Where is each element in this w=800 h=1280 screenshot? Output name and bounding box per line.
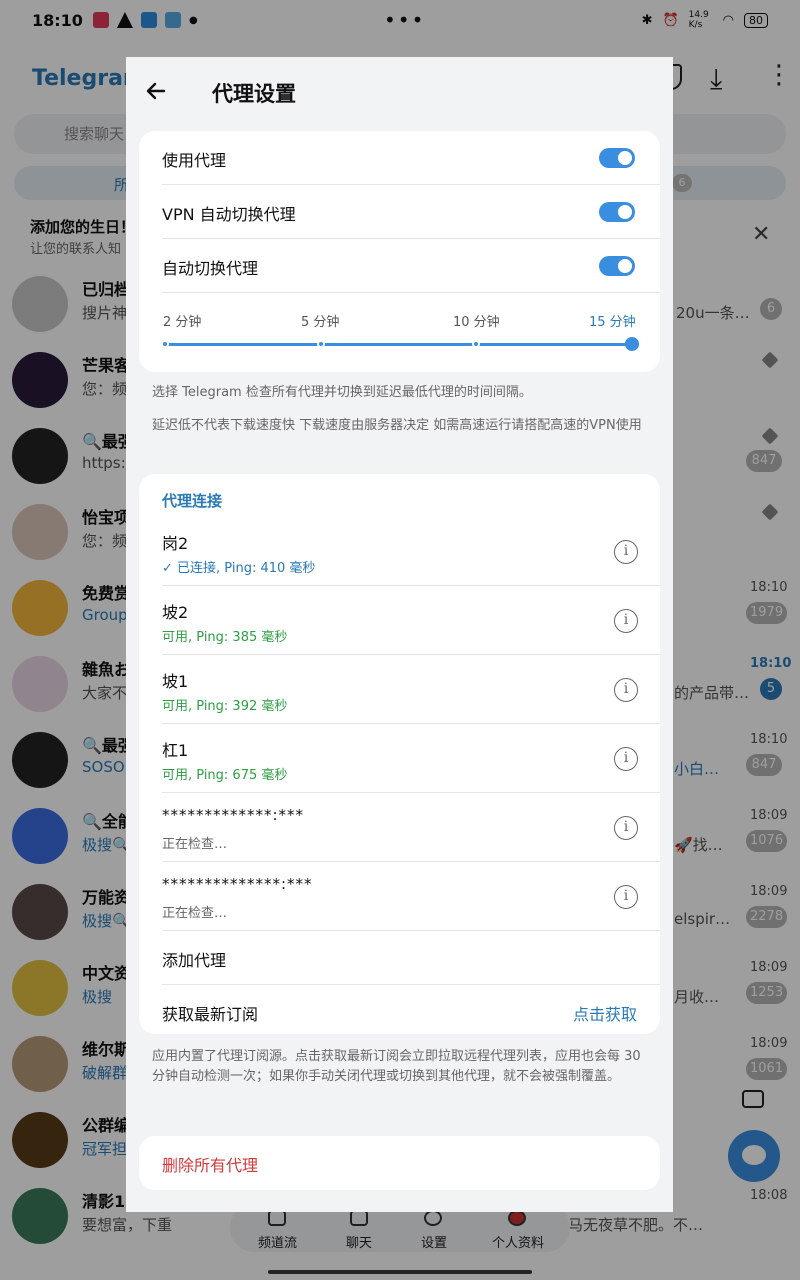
vpn-auto-switch-switch[interactable] <box>599 202 635 222</box>
proxy-status: 可用, Ping: 392 毫秒 <box>162 699 288 714</box>
info-icon[interactable]: i <box>614 747 638 771</box>
proxy-item[interactable]: **************:*** 正在检查… i <box>139 862 660 931</box>
interval-option-5min[interactable]: 5 分钟 <box>301 311 339 330</box>
interval-option-15min[interactable]: 15 分钟 <box>589 311 636 330</box>
switch-knob <box>616 257 634 275</box>
interval-hint: 选择 Telegram 检查所有代理并切换到延迟最低代理的时间间隔。 <box>152 385 532 400</box>
interval-option-2min[interactable]: 2 分钟 <box>163 311 201 330</box>
vpn-auto-switch-row[interactable]: VPN 自动切换代理 <box>139 185 660 239</box>
slider-tick <box>161 340 169 348</box>
vpn-auto-switch-label: VPN 自动切换代理 <box>162 205 296 224</box>
proxy-name: 坡2 <box>162 603 189 622</box>
proxy-name: **************:*** <box>162 875 313 893</box>
proxy-status: 正在检查… <box>162 837 228 852</box>
interval-slider-thumb[interactable] <box>625 337 639 351</box>
proxy-status: 正在检查… <box>162 906 228 921</box>
switch-knob <box>616 149 634 167</box>
subscription-hint: 应用内置了代理订阅源。点击获取最新订阅会立即拉取远程代理列表，应用也会每 30 … <box>152 1049 641 1084</box>
home-indicator[interactable] <box>268 1270 532 1274</box>
page-title: 代理设置 <box>212 82 296 106</box>
proxy-name: 杠1 <box>162 741 189 760</box>
proxy-item[interactable]: 坡2 可用, Ping: 385 毫秒 i <box>139 586 660 655</box>
delete-all-proxies-button[interactable]: 删除所有代理 <box>162 1152 258 1176</box>
back-arrow-icon[interactable] <box>144 79 168 103</box>
proxy-options-card: 使用代理 VPN 自动切换代理 自动切换代理 2 分钟 5 分钟 10 分钟 1… <box>139 131 660 372</box>
auto-switch-switch[interactable] <box>599 256 635 276</box>
divider <box>162 292 660 293</box>
get-subscription-link[interactable]: 点击获取 <box>573 1001 637 1025</box>
proxy-name: 坡1 <box>162 672 189 691</box>
slider-tick <box>472 340 480 348</box>
auto-switch-row[interactable]: 自动切换代理 <box>139 239 660 293</box>
proxy-item[interactable]: 岗2 ✓ 已连接, Ping: 410 毫秒 i <box>139 517 660 586</box>
interval-slider-track[interactable] <box>165 343 633 346</box>
interval-option-10min[interactable]: 10 分钟 <box>453 311 500 330</box>
proxy-item[interactable]: 坡1 可用, Ping: 392 毫秒 i <box>139 655 660 724</box>
dialog-header: 代理设置 <box>126 57 673 127</box>
add-proxy-label: 添加代理 <box>162 951 227 970</box>
delete-all-card[interactable]: 删除所有代理 <box>139 1136 660 1190</box>
proxy-item[interactable]: 杠1 可用, Ping: 675 毫秒 i <box>139 724 660 793</box>
switch-knob <box>616 203 634 221</box>
proxy-status: 可用, Ping: 675 毫秒 <box>162 768 288 783</box>
slider-tick <box>317 340 325 348</box>
info-icon[interactable]: i <box>614 540 638 564</box>
proxy-name: *************:*** <box>162 806 305 824</box>
get-subscription-row[interactable]: 获取最新订阅 点击获取 <box>139 985 660 1039</box>
proxy-settings-dialog: 代理设置 使用代理 VPN 自动切换代理 自动切换代理 2 分钟 5 分钟 10… <box>126 57 673 1212</box>
latency-hint: 延迟低不代表下载速度快 下载速度由服务器决定 如需高速运行请搭配高速的VPN使用 <box>152 418 642 433</box>
section-title: 代理连接 <box>162 492 223 510</box>
proxy-item[interactable]: *************:*** 正在检查… i <box>139 793 660 862</box>
use-proxy-label: 使用代理 <box>162 151 227 170</box>
use-proxy-switch[interactable] <box>599 148 635 168</box>
proxy-status: ✓ 已连接, Ping: 410 毫秒 <box>162 561 316 576</box>
info-icon[interactable]: i <box>614 816 638 840</box>
info-icon[interactable]: i <box>614 885 638 909</box>
proxy-status: 可用, Ping: 385 毫秒 <box>162 630 288 645</box>
proxy-connections-card: 代理连接 岗2 ✓ 已连接, Ping: 410 毫秒 i 坡2 可用, Pin… <box>139 474 660 1034</box>
info-icon[interactable]: i <box>614 609 638 633</box>
use-proxy-row[interactable]: 使用代理 <box>139 131 660 185</box>
proxy-name: 岗2 <box>162 534 189 553</box>
get-subscription-label: 获取最新订阅 <box>162 1005 259 1024</box>
info-icon[interactable]: i <box>614 678 638 702</box>
add-proxy-button[interactable]: 添加代理 <box>139 931 660 985</box>
auto-switch-label: 自动切换代理 <box>162 259 259 278</box>
